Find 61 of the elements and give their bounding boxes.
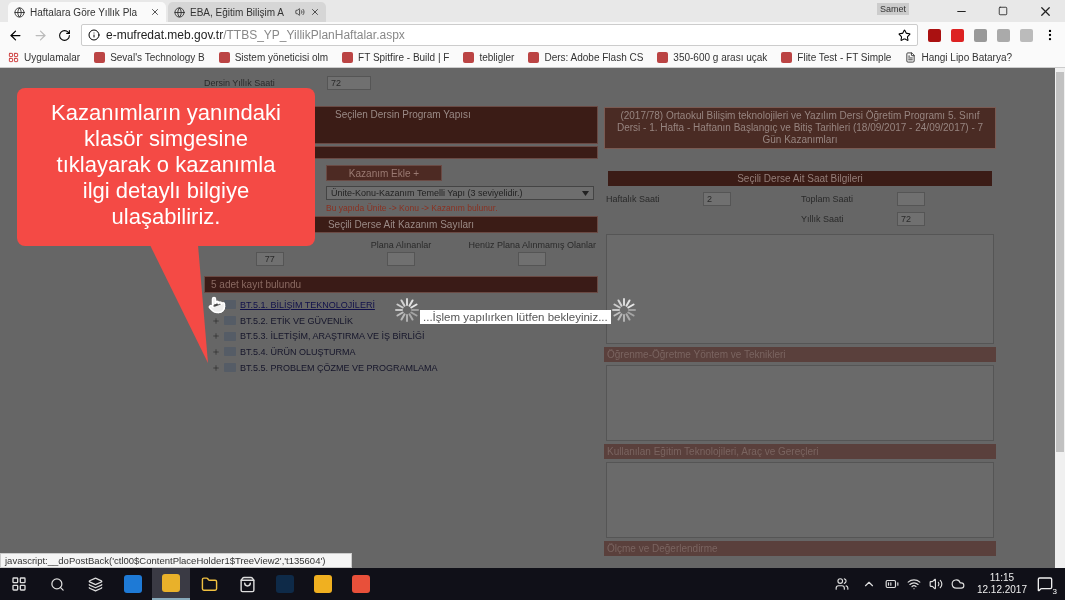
site-icon — [528, 52, 540, 63]
bookmark-link[interactable]: Sistem yöneticisi olm — [218, 52, 329, 63]
extension-icon[interactable] — [951, 28, 964, 42]
bookmark-link[interactable]: Seval's Technology B — [94, 52, 205, 63]
browser-app-icon[interactable] — [152, 568, 190, 600]
clock[interactable]: 11:15 12.12.2017 — [976, 572, 1027, 596]
bookmark-link[interactable]: Flite Test - FT Simple — [781, 52, 892, 63]
browser-tab[interactable]: EBA, Eğitim Bilişim A — [168, 2, 326, 22]
bookmark-link[interactable]: tebligler — [463, 52, 515, 63]
store-app-icon[interactable] — [238, 575, 256, 593]
close-tab-icon[interactable] — [310, 7, 320, 17]
notification-button[interactable]: 3 — [1035, 574, 1055, 594]
results-header: 5 adet kayıt bulundu — [204, 276, 598, 293]
count-field[interactable] — [518, 252, 547, 266]
task-view-icon[interactable] — [87, 576, 103, 592]
site-icon — [657, 52, 669, 63]
cloud-icon[interactable] — [950, 577, 965, 591]
reload-icon[interactable] — [58, 28, 71, 42]
site-icon — [342, 52, 354, 63]
people-icon[interactable] — [834, 577, 849, 591]
page-icon — [905, 52, 917, 63]
profile-name[interactable]: Samet — [877, 2, 909, 15]
globe-icon — [174, 6, 185, 18]
structure-note: Bu yapıda Ünite -> Konu -> Kazanım bulunur. — [326, 203, 498, 213]
scrollbar[interactable] — [1055, 68, 1065, 568]
bookmark-star-icon[interactable] — [898, 28, 911, 42]
back-icon[interactable] — [8, 27, 23, 43]
lesson-title: (2017/78) Ortaokul Bilişim teknolojileri ve Yazılım Dersi Öğretim Programı 5. Sınıf Dersi - 1. Hafta - Haftanın Başlangıç ve Bitiş Tarihleri (18/09/2017 - 24/09/2017) - 7 Gün Kazanımları — [604, 107, 996, 149]
restore-icon[interactable] — [998, 6, 1008, 16]
browser-tab[interactable]: Haftalara Göre Yıllık Pla — [8, 2, 166, 22]
bookmark-link[interactable]: Hangi Lipo Batarya? — [905, 52, 1013, 63]
search-icon[interactable] — [49, 576, 65, 592]
dropdown-arrow-icon — [582, 190, 589, 196]
info-icon — [88, 29, 100, 41]
extension-icon[interactable] — [928, 28, 941, 42]
address-bar[interactable]: e-mufredat.meb.gov.tr/TTBS_YP_YillikPlanHaftalar.aspx — [81, 24, 918, 46]
site-icon — [218, 52, 230, 63]
bookmark-link[interactable]: Uygulamalar — [8, 52, 81, 63]
loading-message: ...İşlem yapılırken lütfen bekleyiniz... — [420, 310, 611, 324]
bookmark-link[interactable]: FT Spitfire - Build | F — [342, 52, 450, 63]
battery-icon[interactable] — [884, 577, 899, 591]
bookmark-link[interactable]: 350-600 g arası uçak — [657, 52, 768, 63]
status-url: javascript:__doPostBack('ctl00$ContentPlaceHolder1$TreeView2','t135604') — [0, 553, 352, 568]
site-icon — [94, 52, 106, 63]
start-icon[interactable] — [11, 576, 27, 592]
count-field[interactable] — [387, 252, 415, 266]
volume-icon[interactable] — [928, 577, 943, 591]
hand-cursor-icon — [208, 296, 226, 314]
loading-spinner-icon — [610, 297, 637, 323]
apps-grid-icon — [8, 52, 19, 63]
wifi-icon[interactable] — [906, 577, 921, 591]
loading-spinner-icon — [394, 297, 420, 323]
site-icon — [463, 52, 475, 63]
site-icon — [781, 52, 793, 63]
callout-text: Kazanımların yanındaki klasör simgesine tıklayarak o kazanımla ilgi detaylı bilgiye ulaşabiliriz. — [17, 88, 315, 246]
bookmark-link[interactable]: Ders: Adobe Flash CS — [528, 52, 644, 63]
section-header: Seçili Derse Ait Saat Bilgileri — [608, 171, 992, 186]
close-tab-icon[interactable] — [150, 7, 160, 17]
folder-app-icon[interactable] — [200, 575, 218, 593]
input-field[interactable] — [897, 192, 925, 206]
globe-icon — [14, 6, 25, 18]
